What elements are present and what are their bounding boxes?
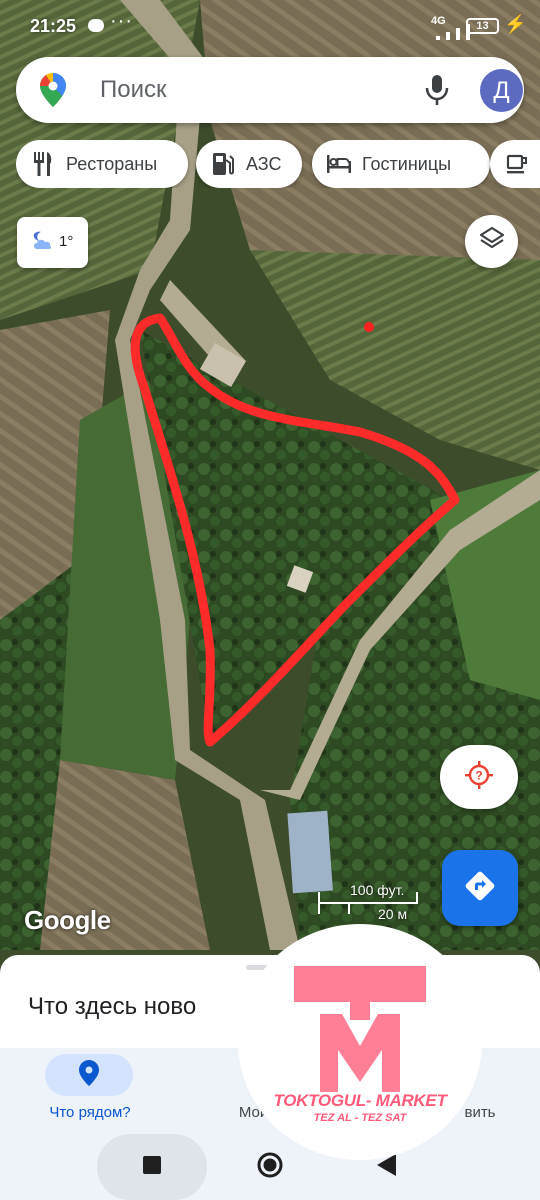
message-icon [88, 19, 104, 32]
avatar[interactable]: Д [480, 69, 523, 112]
google-maps-logo-icon [40, 73, 66, 112]
scale-metric-label: 20 м [378, 906, 408, 922]
cafe-icon [504, 151, 530, 177]
directions-icon [464, 870, 496, 907]
toktogul-market-watermark: TOKTOGUL- MARKET TEZ AL - TEZ SAT [238, 924, 482, 1160]
layers-icon [479, 226, 505, 257]
temperature: 1° [59, 233, 74, 250]
chip-label: Рестораны [66, 153, 158, 174]
chip-gas-stations[interactable]: АЗС [196, 140, 302, 188]
chip-label: Гостиницы [362, 153, 452, 174]
chip-hotels[interactable]: Гостиницы [312, 140, 490, 188]
chip-restaurants[interactable]: Рестораны [16, 140, 188, 188]
layers-button[interactable] [465, 215, 518, 268]
location-marker [364, 322, 374, 332]
charging-icon: ⚡ [504, 14, 527, 34]
directions-button[interactable] [442, 850, 518, 926]
location-pin-icon [79, 1060, 99, 1090]
restaurant-icon [30, 151, 56, 177]
search-bar[interactable]: Поиск Д [16, 57, 524, 123]
svg-text:?: ? [475, 768, 482, 782]
boundary-outline [130, 313, 460, 747]
watermark-slogan: TEZ AL - TEZ SAT [313, 1112, 407, 1124]
more-notifications-icon: ··· [110, 10, 133, 32]
signal-icon [436, 24, 470, 40]
weather-chip[interactable]: 1° [17, 217, 88, 268]
location-unknown-icon: ? [464, 760, 494, 795]
nav-label: Что рядом? [49, 1104, 131, 1121]
tm-logo [294, 966, 426, 1092]
square-icon [143, 1155, 161, 1179]
status-time: 21:25 [30, 16, 77, 36]
category-chips: Рестораны АЗС Гостиницы П [16, 140, 540, 188]
search-input[interactable]: Поиск [100, 76, 167, 104]
scale-imperial-label: 100 фут. [350, 882, 405, 898]
status-bar: 21:25 ··· 4G 13 ⚡ [0, 0, 540, 52]
watermark-brand: TOKTOGUL- MARKET [273, 1091, 447, 1110]
hotel-icon [326, 151, 352, 177]
partly-cloudy-night-icon [31, 231, 55, 255]
chip-cafes[interactable]: П [490, 140, 540, 188]
map-scale: 100 фут. 20 м [318, 880, 438, 928]
google-attribution: Google [24, 905, 111, 935]
microphone-icon[interactable] [424, 74, 450, 111]
my-location-button[interactable]: ? [440, 745, 518, 809]
nav-explore[interactable]: Что рядом? [20, 1048, 160, 1134]
recents-button[interactable] [97, 1134, 207, 1200]
gas-station-icon [210, 151, 236, 177]
battery-icon: 13 [466, 18, 499, 34]
sheet-title: Что здесь ново [28, 993, 197, 1020]
chip-label: АЗС [246, 153, 282, 174]
